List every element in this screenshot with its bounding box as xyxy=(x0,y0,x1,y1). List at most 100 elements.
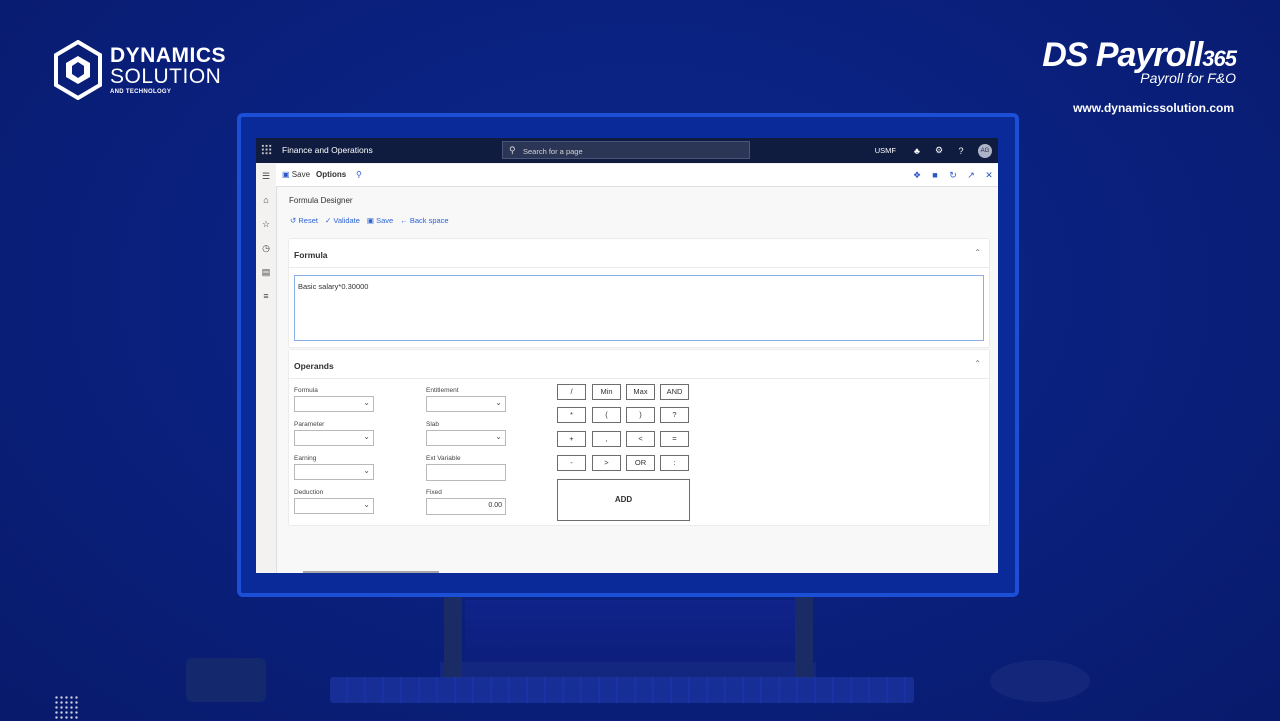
company-selector[interactable]: USMF xyxy=(875,146,896,155)
star-icon[interactable]: ☆ xyxy=(256,219,276,230)
key-comma[interactable]: , xyxy=(592,431,621,447)
key-multiply[interactable]: * xyxy=(557,407,586,423)
operands-section-title: Operands xyxy=(294,361,334,371)
logo-line1: DYNAMICS xyxy=(110,44,227,67)
workspace-icon[interactable]: ▤ xyxy=(256,267,276,278)
save-action-label: Save xyxy=(291,170,311,179)
logo-line2: SOLUTION xyxy=(110,65,222,88)
key-minus[interactable]: - xyxy=(557,455,586,471)
keyboard xyxy=(330,677,914,703)
clock-icon[interactable]: ◷ xyxy=(256,243,276,254)
hamburger-icon[interactable]: ☰ xyxy=(256,171,276,182)
key-colon[interactable]: : xyxy=(660,455,689,471)
horizontal-scrollbar[interactable] xyxy=(303,571,439,573)
back-arrow-icon: ← xyxy=(400,216,408,225)
key-plus[interactable]: + xyxy=(557,431,586,447)
formula-section: Formula ⌃ Basic salary*0.30000 xyxy=(289,239,989,347)
help-icon[interactable]: ? xyxy=(950,138,972,163)
connections-icon[interactable]: ❖ xyxy=(908,170,926,181)
save-action[interactable]: ▣ Save xyxy=(282,170,310,179)
topbar-right: USMF ♣ ⚙ ? AG xyxy=(875,138,998,163)
chevron-up-icon[interactable]: ⌃ xyxy=(974,248,981,257)
deduction-dropdown[interactable]: ⌄ xyxy=(294,498,374,514)
check-icon: ✓ xyxy=(324,216,332,225)
monitor-stand-leg-left xyxy=(444,597,462,679)
close-icon[interactable]: ✕ xyxy=(980,170,998,181)
action-bar: ▣ Save Options ⚲ ❖ ■ ↻ ↗ ✕ xyxy=(276,164,998,187)
reset-icon: ↺ xyxy=(290,216,297,225)
key-equals[interactable]: = xyxy=(660,431,689,447)
slab-dropdown[interactable]: ⌄ xyxy=(426,430,506,446)
cube-logo-icon xyxy=(54,40,102,100)
cup xyxy=(186,658,266,702)
chevron-down-icon: ⌄ xyxy=(363,432,370,441)
refresh-icon[interactable]: ↻ xyxy=(944,170,962,181)
earning-dropdown[interactable]: ⌄ xyxy=(294,464,374,480)
add-button[interactable]: ADD xyxy=(557,479,690,521)
mouse xyxy=(990,660,1090,702)
search-input[interactable] xyxy=(521,144,745,158)
chevron-down-icon: ⌄ xyxy=(495,398,502,407)
validate-button[interactable]: ✓ Validate xyxy=(325,216,360,225)
home-icon[interactable]: ⌂ xyxy=(256,195,276,205)
avatar[interactable]: AG xyxy=(978,143,992,158)
save-button[interactable]: ▣ Save xyxy=(367,216,393,225)
left-nav: ☰ ⌂ ☆ ◷ ▤ ≡ xyxy=(256,164,277,573)
parameter-dropdown[interactable]: ⌄ xyxy=(294,430,374,446)
deduction-field-label: Deduction xyxy=(294,489,324,496)
key-greater-than[interactable]: > xyxy=(592,455,621,471)
key-open-paren[interactable]: ( xyxy=(592,407,621,423)
payroll-logo-num: 365 xyxy=(1202,46,1237,71)
key-close-paren[interactable]: ) xyxy=(626,407,655,423)
save-label: Save xyxy=(376,216,394,225)
monitor-stand-base xyxy=(440,662,816,678)
gear-icon[interactable]: ⚙ xyxy=(928,138,950,163)
app-launcher-icon[interactable] xyxy=(261,144,272,155)
entitlement-dropdown[interactable]: ⌄ xyxy=(426,396,506,412)
formula-textarea[interactable]: Basic salary*0.30000 xyxy=(294,275,984,341)
back-space-label: Back space xyxy=(409,216,449,225)
fixed-input[interactable]: 0.00 xyxy=(426,498,506,515)
dot-grid-decoration xyxy=(54,695,80,721)
reset-label: Reset xyxy=(298,216,318,225)
chevron-down-icon: ⌄ xyxy=(363,398,370,407)
formula-dropdown[interactable]: ⌄ xyxy=(294,396,374,412)
earning-field-label: Earning xyxy=(294,455,317,462)
chevron-up-icon[interactable]: ⌃ xyxy=(974,359,981,368)
page-title: Formula Designer xyxy=(289,196,353,205)
app-title[interactable]: Finance and Operations xyxy=(282,145,373,155)
search-action-icon[interactable]: ⚲ xyxy=(356,170,362,179)
chevron-down-icon: ⌄ xyxy=(495,432,502,441)
key-max[interactable]: Max xyxy=(626,384,655,400)
office-icon[interactable]: ■ xyxy=(926,170,944,180)
dynamics-solution-logo: DYNAMICS SOLUTION AND TECHNOLOGY xyxy=(54,40,226,100)
key-less-than[interactable]: < xyxy=(626,431,655,447)
key-question[interactable]: ? xyxy=(660,407,689,423)
chevron-down-icon: ⌄ xyxy=(363,466,370,475)
back-space-button[interactable]: ← Back space xyxy=(400,216,448,225)
popout-icon[interactable]: ↗ xyxy=(962,170,980,181)
operands-section-header[interactable]: Operands ⌃ xyxy=(289,350,989,379)
page-content: Formula Designer ↺ Reset ✓ Validate ▣ Sa… xyxy=(277,187,998,573)
formula-section-header[interactable]: Formula ⌃ xyxy=(289,239,989,268)
key-and[interactable]: AND xyxy=(660,384,689,400)
operands-section: Operands ⌃ Formula ⌄ Parameter ⌄ Earning… xyxy=(289,350,989,525)
search-icon: ⚲ xyxy=(509,145,516,155)
reset-button[interactable]: ↺ Reset xyxy=(290,216,318,225)
key-min[interactable]: Min xyxy=(592,384,621,400)
search-box[interactable]: ⚲ xyxy=(502,141,750,159)
key-divide[interactable]: / xyxy=(557,384,586,400)
validate-label: Validate xyxy=(333,216,360,225)
save-icon: ▣ xyxy=(282,170,290,179)
chevron-down-icon: ⌄ xyxy=(363,500,370,509)
formula-actions: ↺ Reset ✓ Validate ▣ Save ← Back space xyxy=(290,216,449,225)
key-or[interactable]: OR xyxy=(626,455,655,471)
list-icon[interactable]: ≡ xyxy=(256,291,276,301)
ext-variable-input[interactable] xyxy=(426,464,506,481)
options-tab[interactable]: Options xyxy=(316,170,346,179)
top-navigation-bar: Finance and Operations ⚲ USMF ♣ ⚙ ? AG xyxy=(256,138,998,163)
bell-icon[interactable]: ♣ xyxy=(906,138,928,163)
entitlement-field-label: Entitlement xyxy=(426,387,459,394)
website-url: www.dynamicssolution.com xyxy=(1073,101,1234,115)
parameter-field-label: Parameter xyxy=(294,421,325,428)
